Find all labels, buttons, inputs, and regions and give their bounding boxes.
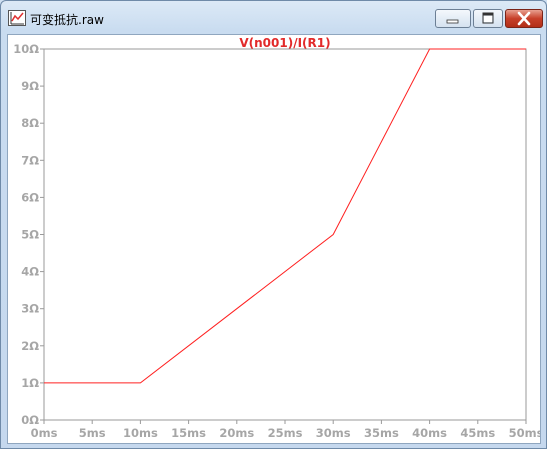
x-tick-label: 45ms xyxy=(460,426,495,440)
title-bar[interactable]: 可变抵抗.raw xyxy=(1,1,546,37)
maximize-button[interactable] xyxy=(473,9,503,28)
x-tick-label: 0ms xyxy=(31,426,58,440)
waveform-window: 可变抵抗.raw 0Ω 1Ω 2Ω 3Ω 4Ω 5Ω 6Ω 7Ω 8Ω 9Ω 10Ω 0ms 5ms 1… xyxy=(0,0,547,449)
x-tick-label: 30ms xyxy=(316,426,351,440)
close-button[interactable] xyxy=(505,9,543,28)
close-icon xyxy=(517,11,531,26)
x-tick-label: 50ms xyxy=(509,426,540,440)
y-tick-label: 9Ω xyxy=(21,79,39,93)
x-tick-label: 25ms xyxy=(268,426,303,440)
x-tick-label: 35ms xyxy=(364,426,399,440)
x-tick-label: 20ms xyxy=(219,426,254,440)
window-title: 可变抵抗.raw xyxy=(30,13,104,27)
y-tick-label: 2Ω xyxy=(21,339,39,353)
plot-background xyxy=(8,35,540,443)
waveform-app-icon xyxy=(8,10,26,26)
minimize-icon xyxy=(446,19,459,24)
y-tick-label: 4Ω xyxy=(21,265,39,279)
y-tick-label: 10Ω xyxy=(13,42,39,56)
minimize-button[interactable] xyxy=(435,9,471,28)
y-tick-label: 8Ω xyxy=(21,116,39,130)
y-tick-label: 6Ω xyxy=(21,190,39,204)
y-tick-label: 5Ω xyxy=(21,228,39,242)
x-tick-label: 40ms xyxy=(412,426,447,440)
x-tick-label: 5ms xyxy=(79,426,106,440)
y-tick-label: 0Ω xyxy=(21,413,39,427)
y-tick-label: 1Ω xyxy=(21,376,39,390)
trace-title[interactable]: V(n001)/I(R1) xyxy=(239,36,330,50)
y-tick-label: 3Ω xyxy=(21,302,39,316)
plot-pane[interactable]: 0Ω 1Ω 2Ω 3Ω 4Ω 5Ω 6Ω 7Ω 8Ω 9Ω 10Ω 0ms 5ms 10ms 15ms 20… xyxy=(7,34,541,444)
y-tick-label: 7Ω xyxy=(21,153,39,167)
x-tick-label: 15ms xyxy=(171,426,206,440)
x-tick-label: 10ms xyxy=(123,426,158,440)
waveform-plot[interactable]: 0Ω 1Ω 2Ω 3Ω 4Ω 5Ω 6Ω 7Ω 8Ω 9Ω 10Ω 0ms 5ms 10ms 15ms 20… xyxy=(8,35,540,443)
maximize-icon xyxy=(482,12,494,24)
